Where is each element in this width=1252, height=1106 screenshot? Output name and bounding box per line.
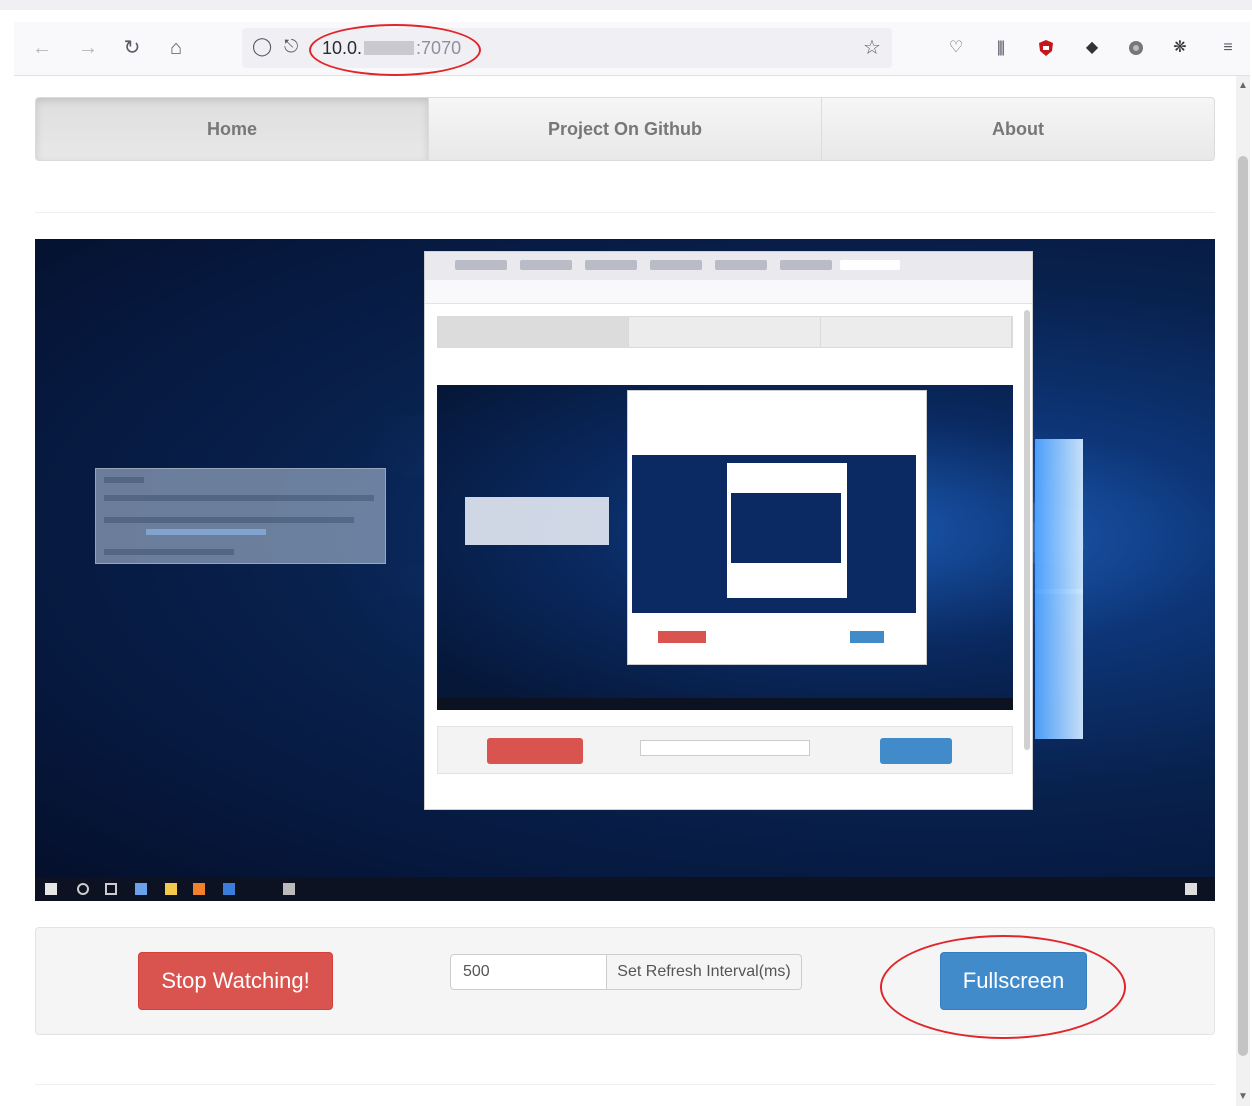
ublock-icon[interactable] bbox=[1032, 34, 1060, 62]
shield-icon[interactable]: ◯ bbox=[252, 36, 272, 57]
nested-nested-fullscreen bbox=[850, 631, 884, 643]
scroll-up-icon[interactable]: ▲ bbox=[1236, 80, 1250, 91]
page-scrollbar[interactable]: ▲ ▼ bbox=[1236, 76, 1250, 1106]
scroll-down-icon[interactable]: ▼ bbox=[1236, 1091, 1250, 1102]
menu-icon[interactable]: ≡ bbox=[1214, 34, 1242, 62]
windows-start-icon bbox=[45, 883, 57, 895]
home-icon[interactable]: ⌂ bbox=[162, 34, 190, 62]
nested-url-bar bbox=[425, 280, 1032, 304]
nested-tab bbox=[455, 260, 507, 270]
url-host: 10.0. bbox=[322, 38, 363, 58]
pocket-icon[interactable]: ♡ bbox=[942, 34, 970, 62]
firefox-icon bbox=[193, 883, 205, 895]
back-icon[interactable]: ← bbox=[28, 34, 56, 62]
nested-stream bbox=[437, 385, 1013, 710]
nested-nested-stream bbox=[632, 455, 916, 613]
nested-tab bbox=[715, 260, 767, 270]
scrollbar-thumb[interactable] bbox=[1238, 156, 1248, 1056]
divider bbox=[35, 1084, 1215, 1085]
nested-level-3-stream bbox=[731, 493, 841, 563]
controls-panel: Stop Watching! Set Refresh Interval(ms) … bbox=[35, 927, 1215, 1035]
fullscreen-button[interactable]: Fullscreen bbox=[940, 952, 1087, 1010]
app-icon bbox=[135, 883, 147, 895]
nested-fullscreen-button bbox=[880, 738, 952, 764]
window-row bbox=[104, 495, 374, 501]
browser-titlebar bbox=[0, 0, 1252, 10]
url-bar[interactable]: ◯ ⎋ 10.0. :7070 bbox=[242, 28, 892, 68]
url-port: :7070 bbox=[416, 38, 462, 58]
window-row bbox=[104, 477, 144, 483]
nested-tab bbox=[650, 260, 702, 270]
app-icon bbox=[283, 883, 295, 895]
set-refresh-interval-button[interactable]: Set Refresh Interval(ms) bbox=[607, 954, 802, 990]
nested-tab-active bbox=[840, 260, 900, 270]
nav-about[interactable]: About bbox=[822, 98, 1214, 160]
nested-tab bbox=[780, 260, 832, 270]
forward-icon[interactable]: → bbox=[74, 34, 102, 62]
nested-stop-button bbox=[487, 738, 583, 764]
star-icon[interactable]: ☆ bbox=[858, 34, 886, 62]
nested-nav bbox=[437, 316, 1013, 348]
app-icon bbox=[223, 883, 235, 895]
nested-taskbar bbox=[437, 698, 1013, 710]
nav-home[interactable]: Home bbox=[36, 98, 429, 160]
nested-tab bbox=[520, 260, 572, 270]
stop-watching-button[interactable]: Stop Watching! bbox=[138, 952, 333, 1010]
refresh-interval-input[interactable] bbox=[450, 954, 607, 990]
notification-icon bbox=[1185, 883, 1197, 895]
evernote-icon[interactable]: ◆ bbox=[1078, 34, 1106, 62]
top-nav: Home Project On Github About bbox=[35, 97, 1215, 161]
nested-nav-item bbox=[438, 317, 630, 347]
browser-toolbar: ← → ↻ ⌂ ◯ ⎋ 10.0. :7070 ☆ ♡ ||| ◆ ❋ ≡ bbox=[14, 22, 1250, 76]
nested-interval-input bbox=[640, 740, 810, 756]
reload-icon[interactable]: ↻ bbox=[118, 34, 146, 62]
nested-nested-stop bbox=[658, 631, 706, 643]
nested-nested-browser bbox=[627, 390, 927, 665]
nested-snipping-window bbox=[465, 497, 609, 545]
nested-tab bbox=[585, 260, 637, 270]
snipping-tool-window bbox=[95, 468, 386, 564]
url-text[interactable]: 10.0. :7070 bbox=[322, 38, 461, 59]
nav-project-on-github[interactable]: Project On Github bbox=[429, 98, 822, 160]
nested-tabs bbox=[425, 252, 1032, 280]
windows-logo-pane bbox=[1035, 589, 1083, 739]
nested-level-3 bbox=[727, 463, 847, 598]
library-icon[interactable]: ||| bbox=[986, 34, 1014, 62]
screen-stream-image bbox=[35, 239, 1215, 901]
refresh-interval-group: Set Refresh Interval(ms) bbox=[450, 954, 802, 990]
nested-nav-item bbox=[629, 317, 821, 347]
nested-nav-item bbox=[821, 317, 1012, 347]
search-icon bbox=[77, 883, 89, 895]
task-view-icon bbox=[105, 883, 117, 895]
window-row bbox=[146, 529, 266, 535]
windows-logo-pane bbox=[1035, 439, 1083, 594]
nested-browser-capture bbox=[424, 251, 1033, 810]
extensions-icon[interactable]: ❋ bbox=[1166, 34, 1194, 62]
nested-scrollbar bbox=[1024, 310, 1030, 750]
windows-taskbar bbox=[35, 877, 1215, 901]
nested-controls bbox=[437, 726, 1013, 774]
window-row bbox=[104, 549, 234, 555]
divider bbox=[35, 212, 1215, 213]
explorer-icon bbox=[165, 883, 177, 895]
extension-icon[interactable] bbox=[1122, 34, 1150, 62]
window-row bbox=[104, 517, 354, 523]
lock-icon[interactable]: ⎋ bbox=[284, 36, 298, 57]
url-redacted bbox=[364, 41, 415, 55]
